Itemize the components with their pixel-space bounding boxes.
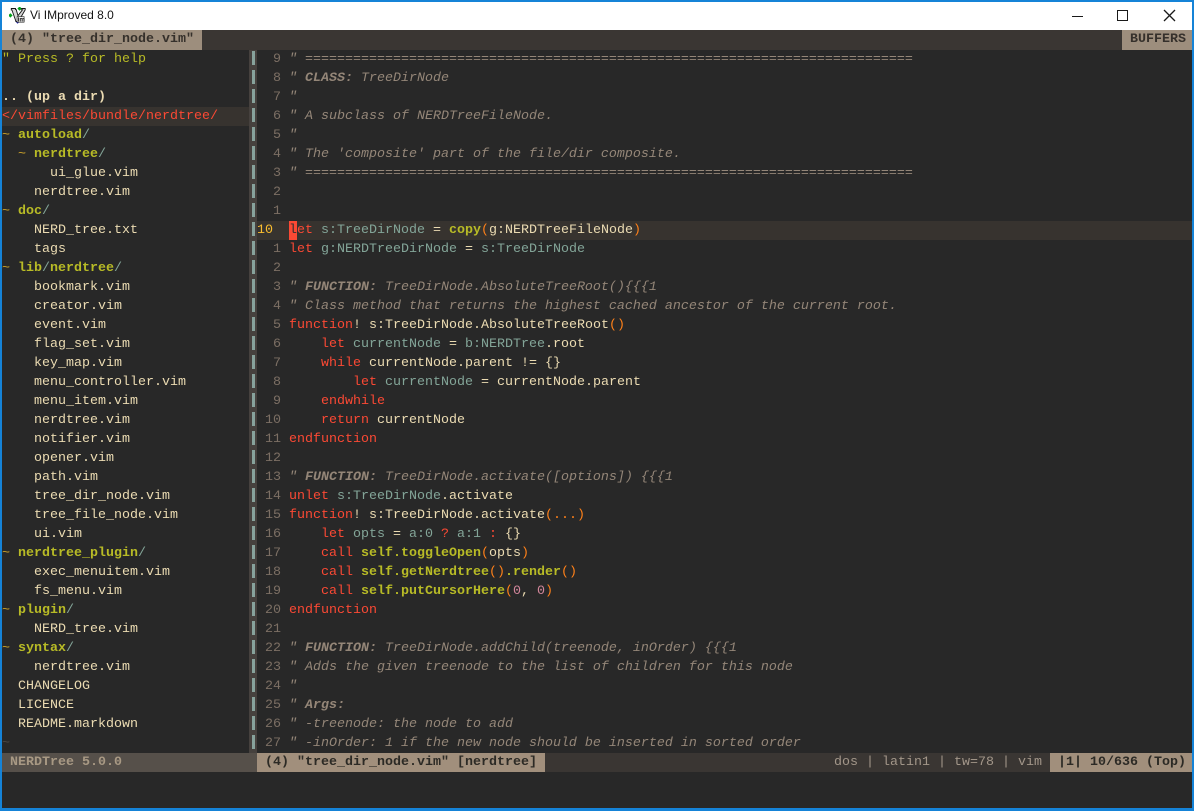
svg-text:im: im <box>18 16 26 23</box>
